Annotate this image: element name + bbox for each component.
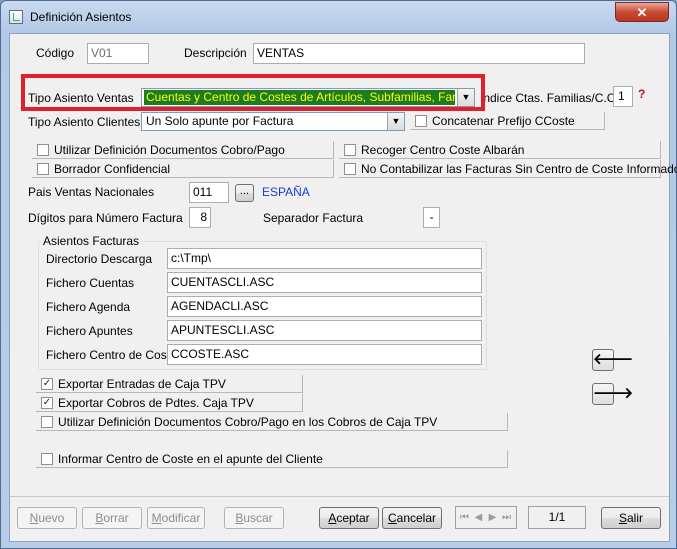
fichero-ccoste-field[interactable]: CCOSTE.ASC [167,344,482,365]
tipo-clientes-select[interactable]: Un Solo apunte por Factura ▼ [141,112,405,131]
utilizar-definicion-label: Utilizar Definición Documentos Cobro/Pag… [54,143,285,157]
asientos-facturas-title: Asientos Facturas [41,234,142,248]
utilizar-definicion-checkbox[interactable]: Utilizar Definición Documentos Cobro/Pag… [32,141,334,159]
last-record-icon[interactable]: ⏭ [501,510,512,525]
no-contabilizar-checkbox[interactable]: No Contabilizar las Facturas Sin Centro … [339,160,677,178]
concatenar-checkbox[interactable]: Concatenar Prefijo CCoste [410,112,605,130]
exportar-cobros-label: Exportar Cobros de Pdtes. Caja TPV [58,396,254,410]
chevron-down-icon[interactable]: ▼ [387,113,404,130]
checkbox-icon[interactable] [37,144,49,156]
informar-cc-label: Informar Centro de Coste en el apunte de… [58,452,323,466]
codigo-label: Código [36,46,75,60]
pais-browse-button[interactable]: ... [235,184,254,202]
indice-field[interactable]: 1 [613,86,633,107]
pais-name: ESPAÑA [262,185,310,199]
concatenar-label: Concatenar Prefijo CCoste [432,114,575,128]
recoger-cc-label: Recoger Centro Coste Albarán [361,143,525,157]
buscar-button[interactable]: Buscar [224,507,284,529]
borrar-button[interactable]: Borrar [82,507,142,529]
modificar-button[interactable]: Modificar [147,507,205,529]
directorio-label: Directorio Descarga [46,252,153,266]
directorio-field[interactable]: c:\Tmp\ [167,248,482,269]
checkbox-icon[interactable] [344,144,356,156]
separador-field[interactable]: - [423,207,440,228]
title-bar: Definición Asientos ✕ [1,1,676,33]
first-record-icon[interactable]: ⏮ [459,510,470,525]
checkbox-icon[interactable] [344,163,356,175]
tipo-clientes-label: Tipo Asiento Clientes [28,115,141,129]
checkbox-icon[interactable] [37,163,49,175]
borrador-checkbox[interactable]: Borrador Confidencial [32,160,334,178]
tipo-clientes-value: Un Solo apunte por Factura [146,114,294,128]
codigo-field[interactable]: V01 [87,43,149,64]
arrow-right-icon[interactable]: 🡒 [592,383,633,405]
page-indicator: 1/1 [528,506,586,529]
bottom-divider [10,496,669,497]
exportar-entradas-checkbox[interactable]: ✓ Exportar Entradas de Caja TPV [36,375,303,393]
checkbox-icon[interactable] [41,416,53,428]
checkbox-icon[interactable] [415,115,427,127]
checkmark-icon[interactable]: ✓ [41,397,53,409]
separador-label: Separador Factura [263,211,364,225]
prev-record-icon[interactable]: ◀ [473,510,484,525]
exportar-entradas-label: Exportar Entradas de Caja TPV [58,377,226,391]
borrador-label: Borrador Confidencial [54,162,171,176]
help-icon[interactable]: ? [638,87,652,101]
fichero-apuntes-field[interactable]: APUNTESCLI.ASC [167,320,482,341]
pais-field[interactable]: 011 [189,182,229,203]
window-title: Definición Asientos [30,10,132,24]
fichero-cuentas-field[interactable]: CUENTASCLI.ASC [167,272,482,293]
fichero-cuentas-label: Fichero Cuentas [46,276,135,290]
utilizar-def-tpv-label: Utilizar Definición Documentos Cobro/Pag… [58,415,438,429]
fichero-agenda-label: Fichero Agenda [46,300,131,314]
fichero-agenda-field[interactable]: AGENDACLI.ASC [167,296,482,317]
record-navigator: ⏮ ◀ ▶ ⏭ [455,506,517,529]
cancelar-button[interactable]: Cancelar [382,507,442,529]
arrow-left-icon[interactable]: 🡐 [592,349,633,371]
checkbox-icon[interactable] [41,453,53,465]
app-icon [9,10,23,24]
fichero-ccoste-label: Fichero Centro de Coste [46,348,177,362]
pais-label: Pais Ventas Nacionales [28,185,155,199]
fichero-apuntes-label: Fichero Apuntes [46,324,133,338]
salir-button[interactable]: Salir [601,507,661,529]
no-contabilizar-label: No Contabilizar las Facturas Sin Centro … [361,162,677,176]
descripcion-label: Descripción [184,46,247,60]
nuevo-button[interactable]: Nuevo [17,507,77,529]
utilizar-def-tpv-checkbox[interactable]: Utilizar Definición Documentos Cobro/Pag… [36,413,508,431]
descripcion-field[interactable]: VENTAS [253,43,585,64]
recoger-cc-checkbox[interactable]: Recoger Centro Coste Albarán [339,141,661,159]
aceptar-button[interactable]: Aceptar [319,507,379,529]
close-button[interactable]: ✕ [615,2,669,22]
digitos-label: Dígitos para Número Factura [28,211,183,225]
highlight-box [21,74,485,111]
window: Definición Asientos ✕ Código V01 Descrip… [0,0,677,549]
digitos-field[interactable]: 8 [189,207,211,228]
informar-cc-checkbox[interactable]: Informar Centro de Coste en el apunte de… [36,450,508,468]
next-record-icon[interactable]: ▶ [487,510,498,525]
checkmark-icon[interactable]: ✓ [41,378,53,390]
indice-label: Indice Ctas. Familias/C.Cost [480,91,632,105]
exportar-cobros-checkbox[interactable]: ✓ Exportar Cobros de Pdtes. Caja TPV [36,394,303,412]
